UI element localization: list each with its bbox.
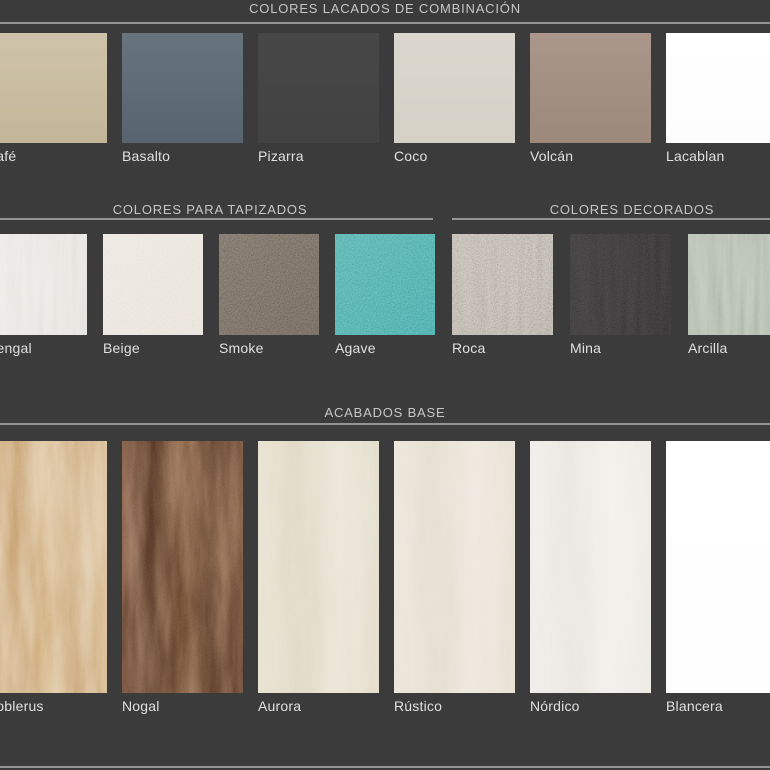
swatch-color-chip [258,33,379,143]
texture-overlay [394,441,515,693]
texture-overlay [122,441,243,693]
swatch-pizarra: Pizarra [258,33,379,164]
swatch-label: Lacablan [666,148,770,164]
texture-overlay [530,441,651,693]
swatch-label: Aurora [258,698,379,714]
finishes-color-chart-page: COLORES LACADOS DE COMBINACIÓN Café Basal… [0,0,770,770]
texture-overlay [530,441,651,693]
swatch-lacablan: Lacablan [666,33,770,164]
swatch-label: Volcán [530,148,651,164]
swatch-nordico: Nórdico [530,441,651,714]
texture-overlay [452,234,553,335]
texture-overlay [0,441,107,693]
section-title-decorados: COLORES DECORADOS [452,202,770,217]
swatch-label: Bengal [0,340,87,356]
texture-overlay [258,441,379,693]
swatch-color-chip [103,234,203,335]
swatch-roblerus: Roblerus [0,441,107,714]
swatch-label: Mina [570,340,671,356]
swatch-color-chip [530,441,651,693]
swatch-color-chip [666,33,770,143]
swatch-rustico: Rústico [394,441,515,714]
page-bottom-rule [0,766,770,768]
swatch-mina: Mina [570,234,671,356]
texture-overlay [394,441,515,693]
texture-overlay [122,441,243,693]
texture-overlay [258,441,379,693]
swatch-basalto: Basalto [122,33,243,164]
swatch-blancera: Blancera [666,441,770,714]
swatch-nogal: Nogal [122,441,243,714]
swatch-row-tapizados: Bengal Beige Smoke Agave [0,234,435,356]
swatch-cafe: Café [0,33,107,164]
swatch-row-acabados: Roblerus Nogal Aurora Rústico Nórdico Blancer… [0,441,770,714]
swatch-color-chip [394,33,515,143]
swatch-bengal: Bengal [0,234,87,356]
swatch-color-chip [666,441,770,693]
swatch-coco: Coco [394,33,515,164]
swatch-row-decorados: Roca Mina Arcilla [452,234,770,356]
swatch-agave: Agave [335,234,435,356]
swatch-color-chip [394,441,515,693]
swatch-label: Nórdico [530,698,651,714]
texture-overlay [0,441,107,693]
swatch-label: Coco [394,148,515,164]
swatch-color-chip [570,234,671,335]
swatch-arcilla: Arcilla [688,234,770,356]
swatch-label: Basalto [122,148,243,164]
texture-overlay [452,234,553,335]
swatch-label: Agave [335,340,435,356]
swatch-color-chip [452,234,553,335]
swatch-color-chip [122,441,243,693]
swatch-label: Smoke [219,340,319,356]
swatch-color-chip [122,33,243,143]
divider-rule-tapizados [0,218,433,220]
swatch-label: Nogal [122,698,243,714]
section-title-acabados: ACABADOS BASE [0,405,770,420]
swatch-color-chip [0,441,107,693]
swatch-smoke: Smoke [219,234,319,356]
swatch-color-chip [0,33,107,143]
texture-overlay [570,234,671,335]
swatch-row-lacados: Café Basalto Pizarra Coco Volcán Lacablan [0,33,770,164]
swatch-color-chip [530,33,651,143]
swatch-volcan: Volcán [530,33,651,164]
swatch-label: Roca [452,340,553,356]
swatch-label: Café [0,148,107,164]
swatch-label: Arcilla [688,340,770,356]
section-title-tapizados: COLORES PARA TAPIZADOS [0,202,433,217]
swatch-color-chip [335,234,435,335]
divider-rule-acabados [0,423,770,425]
swatch-label: Pizarra [258,148,379,164]
texture-overlay [0,234,87,335]
divider-rule-lacados [0,22,770,24]
swatch-label: Roblerus [0,698,107,714]
swatch-color-chip [0,234,87,335]
swatch-label: Blancera [666,698,770,714]
swatch-beige: Beige [103,234,203,356]
swatch-color-chip [688,234,770,335]
swatch-color-chip [258,441,379,693]
texture-overlay [688,234,770,335]
texture-overlay [688,234,770,335]
texture-overlay [122,441,243,693]
texture-overlay [0,441,107,693]
swatch-label: Rústico [394,698,515,714]
texture-overlay [219,234,319,335]
swatch-label: Beige [103,340,203,356]
section-title-lacados: COLORES LACADOS DE COMBINACIÓN [0,1,770,16]
swatch-roca: Roca [452,234,553,356]
divider-rule-decorados [452,218,770,220]
swatch-color-chip [219,234,319,335]
swatch-aurora: Aurora [258,441,379,714]
texture-overlay [570,234,671,335]
texture-overlay [335,234,435,335]
texture-overlay [103,234,203,335]
texture-overlay [0,234,87,335]
